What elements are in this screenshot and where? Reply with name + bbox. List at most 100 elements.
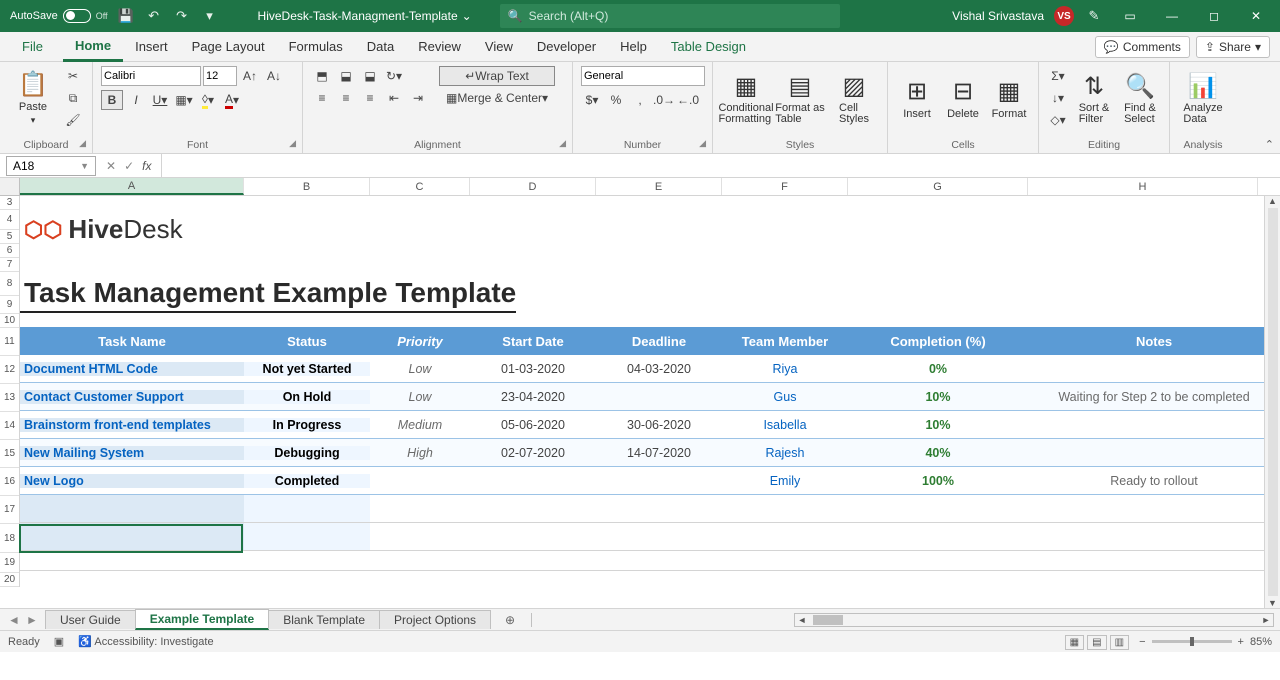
analyze-data-button[interactable]: 📊Analyze Data (1178, 66, 1228, 130)
font-name-select[interactable] (101, 66, 201, 86)
cell-status[interactable]: Debugging (244, 446, 370, 460)
scroll-thumb[interactable] (813, 615, 843, 625)
column-headers[interactable]: ABCDEFGH (20, 178, 1280, 196)
cell-status[interactable]: Completed (244, 474, 370, 488)
row-header-19[interactable]: 19 (0, 553, 19, 573)
align-middle-icon[interactable]: ⬓ (335, 66, 357, 86)
select-all-corner[interactable] (0, 178, 20, 196)
align-center-icon[interactable]: ≡ (335, 88, 357, 108)
paste-button[interactable]: 📋Paste▾ (8, 66, 58, 130)
cell-deadline[interactable]: 14-07-2020 (596, 446, 722, 460)
cell-completion[interactable]: 10% (848, 390, 1028, 404)
align-left-icon[interactable]: ≡ (311, 88, 333, 108)
align-right-icon[interactable]: ≡ (359, 88, 381, 108)
toggle-switch[interactable] (63, 9, 91, 23)
delete-cells-button[interactable]: ⊟Delete (942, 66, 984, 130)
cell-task-name[interactable]: Contact Customer Support (20, 390, 244, 404)
indent-increase-icon[interactable]: ⇥ (407, 88, 429, 108)
autosum-icon[interactable]: Σ▾ (1047, 66, 1069, 86)
row-header-4[interactable]: 4 (0, 210, 19, 230)
comments-button[interactable]: 💬Comments (1095, 36, 1190, 58)
minimize-icon[interactable]: — (1156, 2, 1188, 30)
sheet-nav-next-icon[interactable]: ► (24, 613, 40, 627)
close-icon[interactable]: ✕ (1240, 2, 1272, 30)
col-header-A[interactable]: A (20, 178, 244, 195)
comma-icon[interactable]: , (629, 90, 651, 110)
tab-view[interactable]: View (473, 32, 525, 62)
sort-filter-button[interactable]: ⇅Sort & Filter (1073, 66, 1115, 130)
tab-table-design[interactable]: Table Design (659, 32, 758, 62)
scroll-down-icon[interactable]: ▼ (1268, 598, 1277, 608)
table-row-empty[interactable]: . (20, 523, 1280, 551)
table-row-empty[interactable] (20, 551, 1280, 571)
col-header-G[interactable]: G (848, 178, 1028, 195)
row-header-10[interactable]: 10 (0, 314, 19, 328)
cell-completion[interactable]: 10% (848, 418, 1028, 432)
cell-completion[interactable]: 40% (848, 446, 1028, 460)
row-header-3[interactable]: 3 (0, 196, 19, 210)
format-cells-button[interactable]: ▦Format (988, 66, 1030, 130)
font-size-select[interactable] (203, 66, 237, 86)
horizontal-scrollbar[interactable]: ◄ ► (794, 613, 1274, 627)
ribbon-display-icon[interactable]: ▭ (1114, 2, 1146, 30)
cell-task-name[interactable]: Document HTML Code (20, 362, 244, 376)
find-select-button[interactable]: 🔍Find & Select (1119, 66, 1161, 130)
table-row-empty[interactable] (20, 571, 1280, 585)
tab-data[interactable]: Data (355, 32, 406, 62)
row-header-11[interactable]: 11 (0, 328, 19, 356)
cell-task-name[interactable]: New Mailing System (20, 446, 244, 460)
sheet-nav-prev-icon[interactable]: ◄ (6, 613, 22, 627)
qat-dropdown-icon[interactable]: ▾ (200, 6, 220, 26)
sheet-tab-example-template[interactable]: Example Template (135, 609, 269, 630)
vertical-scrollbar[interactable]: ▲▼ (1264, 196, 1280, 608)
cell-task-name[interactable]: Brainstorm front-end templates (20, 418, 244, 432)
table-row[interactable]: Brainstorm front-end templatesIn Progres… (20, 411, 1280, 439)
row-headers[interactable]: 34567891011121314151617181920 (0, 196, 20, 587)
row-header-16[interactable]: 16 (0, 468, 19, 496)
cell-deadline[interactable]: 30-06-2020 (596, 418, 722, 432)
copy-icon[interactable]: ⧉ (62, 88, 84, 108)
col-header-B[interactable]: B (244, 178, 370, 195)
cells-area[interactable]: ⬡⬡ HiveDesk Task Management Example Temp… (20, 196, 1280, 585)
normal-view-icon[interactable]: ▦ (1065, 635, 1084, 650)
table-row[interactable]: New Mailing SystemDebuggingHigh02-07-202… (20, 439, 1280, 467)
filename-dropdown[interactable]: HiveDesk-Task-Managment-Template ⌄ (258, 9, 472, 23)
sheet-tab-project-options[interactable]: Project Options (379, 610, 491, 629)
row-header-18[interactable]: 18 (0, 524, 19, 553)
name-box[interactable]: A18▼ (6, 156, 96, 176)
wrap-text-button[interactable]: ↵ Wrap Text (439, 66, 555, 86)
table-row[interactable]: Document HTML CodeNot yet StartedLow01-0… (20, 355, 1280, 383)
col-header-D[interactable]: D (470, 178, 596, 195)
redo-icon[interactable]: ↷ (172, 6, 192, 26)
page-break-view-icon[interactable]: ▥ (1110, 635, 1129, 650)
add-sheet-icon[interactable]: ⊕ (499, 613, 521, 627)
launcher-icon[interactable]: ◢ (79, 138, 86, 149)
number-format-select[interactable] (581, 66, 705, 86)
row-header-7[interactable]: 7 (0, 258, 19, 272)
font-color-button[interactable]: A▾ (221, 90, 243, 110)
launcher-icon[interactable]: ◢ (699, 138, 706, 149)
row-header-12[interactable]: 12 (0, 356, 19, 384)
cell-team-member[interactable]: Isabella (722, 418, 848, 432)
underline-button[interactable]: U▾ (149, 90, 171, 110)
tab-help[interactable]: Help (608, 32, 659, 62)
bold-button[interactable]: B (101, 90, 123, 110)
indent-decrease-icon[interactable]: ⇤ (383, 88, 405, 108)
tab-formulas[interactable]: Formulas (277, 32, 355, 62)
scroll-up-icon[interactable]: ▲ (1268, 196, 1277, 206)
format-painter-icon[interactable]: 🖌 (62, 110, 84, 130)
col-status[interactable]: Status (244, 330, 370, 353)
fill-icon[interactable]: ↓▾ (1047, 88, 1069, 108)
conditional-formatting-button[interactable]: ▦Conditional Formatting (721, 66, 771, 130)
col-start-date[interactable]: Start Date (470, 330, 596, 353)
accessibility-status[interactable]: ♿ Accessibility: Investigate (78, 635, 213, 648)
tab-home[interactable]: Home (63, 32, 123, 62)
row-header-20[interactable]: 20 (0, 573, 19, 587)
zoom-slider[interactable] (1152, 640, 1232, 643)
italic-button[interactable]: I (125, 90, 147, 110)
cell-start-date[interactable]: 02-07-2020 (470, 446, 596, 460)
cell-team-member[interactable]: Emily (722, 474, 848, 488)
orientation-icon[interactable]: ↻▾ (383, 66, 405, 86)
save-icon[interactable]: 💾 (116, 6, 136, 26)
cell-start-date[interactable]: 23-04-2020 (470, 390, 596, 404)
